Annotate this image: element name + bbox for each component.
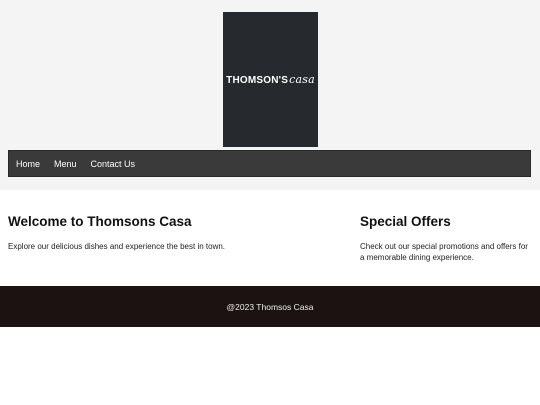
header: THOMSON'Scasa Home Menu Contact Us — [0, 0, 540, 190]
welcome-section: Welcome to Thomsons Casa Explore our del… — [8, 214, 308, 252]
logo: THOMSON'Scasa — [223, 12, 318, 147]
welcome-text: Explore our delicious dishes and experie… — [8, 242, 226, 251]
main-navigation: Home Menu Contact Us — [8, 150, 531, 177]
nav-link-home[interactable]: Home — [16, 159, 40, 169]
special-offers-title: Special Offers — [360, 214, 451, 229]
special-offers-section: Special Offers Check out our special pro… — [360, 214, 530, 263]
special-offers-text: Check out our special promotions and off… — [360, 242, 528, 262]
footer: @2023 Thomsos Casa — [0, 286, 540, 327]
nav-link-menu[interactable]: Menu — [54, 159, 77, 169]
logo-text: THOMSON'Scasa — [226, 73, 315, 86]
welcome-title: Welcome to Thomsons Casa — [8, 214, 192, 229]
footer-copyright: @2023 Thomsos Casa — [226, 301, 314, 312]
logo-brand: THOMSON'S — [226, 75, 289, 86]
nav-link-contact-us[interactable]: Contact Us — [91, 159, 136, 169]
logo-script: casa — [289, 73, 315, 86]
